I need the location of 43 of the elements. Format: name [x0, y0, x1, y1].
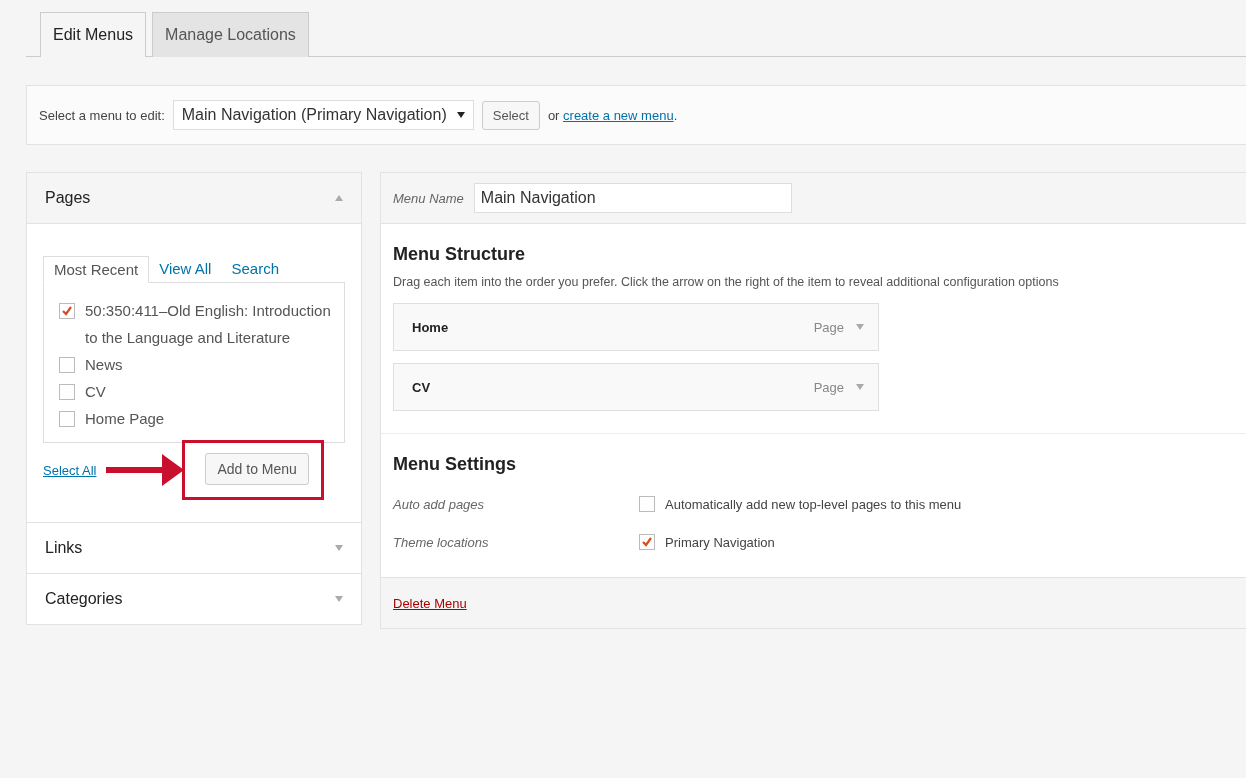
checkbox-label: CV: [85, 382, 107, 402]
checkbox-label: News: [85, 355, 124, 375]
menu-item[interactable]: Home Page: [393, 303, 879, 351]
section-heading: Menu Structure: [393, 244, 526, 265]
accordion-header[interactable]: Pages: [27, 173, 361, 224]
tab[interactable]: Edit Menus: [40, 12, 147, 57]
menu-name-field[interactable]: Main Navigation: [473, 183, 792, 213]
triangle-icon: [335, 596, 343, 602]
checkbox-label: Primary Navigation: [665, 534, 775, 550]
checkbox-label: Home Page: [85, 409, 166, 429]
checkbox[interactable]: [639, 496, 655, 512]
create-menu-link[interactable]: create a new menu: [563, 107, 674, 123]
setting-label: Theme locations: [393, 534, 490, 550]
triangle-icon: [335, 195, 343, 201]
section-heading: Menu Settings: [393, 454, 517, 475]
add-to-menu-button[interactable]: Add to Menu: [205, 453, 309, 485]
accordion-header[interactable]: Links: [27, 522, 361, 573]
checkbox[interactable]: [59, 411, 75, 427]
triangle-icon: [335, 545, 343, 551]
select-button[interactable]: Select: [481, 100, 540, 130]
checkbox-label: Automatically add new top-level pages to this menu: [665, 496, 962, 512]
subtab[interactable]: Search: [221, 256, 289, 282]
subtab[interactable]: View All: [149, 256, 222, 282]
menu-dropdown[interactable]: Main Navigation (Primary Navigation): [172, 100, 474, 130]
select-label: Select a menu to edit:: [39, 107, 165, 123]
setting-label: Auto add pages: [393, 496, 486, 512]
checkbox-label: 50:350:411–Old English: Introduction to the Language and Literature: [85, 301, 332, 348]
caret-icon: [456, 112, 465, 118]
caret-icon: [856, 384, 864, 390]
checkbox[interactable]: [59, 357, 75, 373]
select-all-link[interactable]: Select All: [43, 462, 97, 478]
menu-name-label: Menu Name: [393, 190, 464, 206]
checkbox[interactable]: [59, 384, 75, 400]
menu-item[interactable]: CV Page: [393, 363, 879, 411]
tab[interactable]: Manage Locations: [152, 12, 309, 57]
checkbox[interactable]: [639, 534, 655, 550]
accordion-header[interactable]: Categories: [27, 573, 361, 624]
delete-menu-link[interactable]: Delete Menu: [393, 595, 467, 611]
subtab[interactable]: Most Recent: [43, 256, 150, 283]
instructions-text: Drag each item into the order you prefer. Click the arrow on the right of the item to reveal additional configuration options: [393, 275, 1060, 289]
create-menu-text: or create a new menu.: [547, 107, 678, 123]
checkbox[interactable]: [59, 303, 75, 319]
caret-icon: [856, 324, 864, 330]
